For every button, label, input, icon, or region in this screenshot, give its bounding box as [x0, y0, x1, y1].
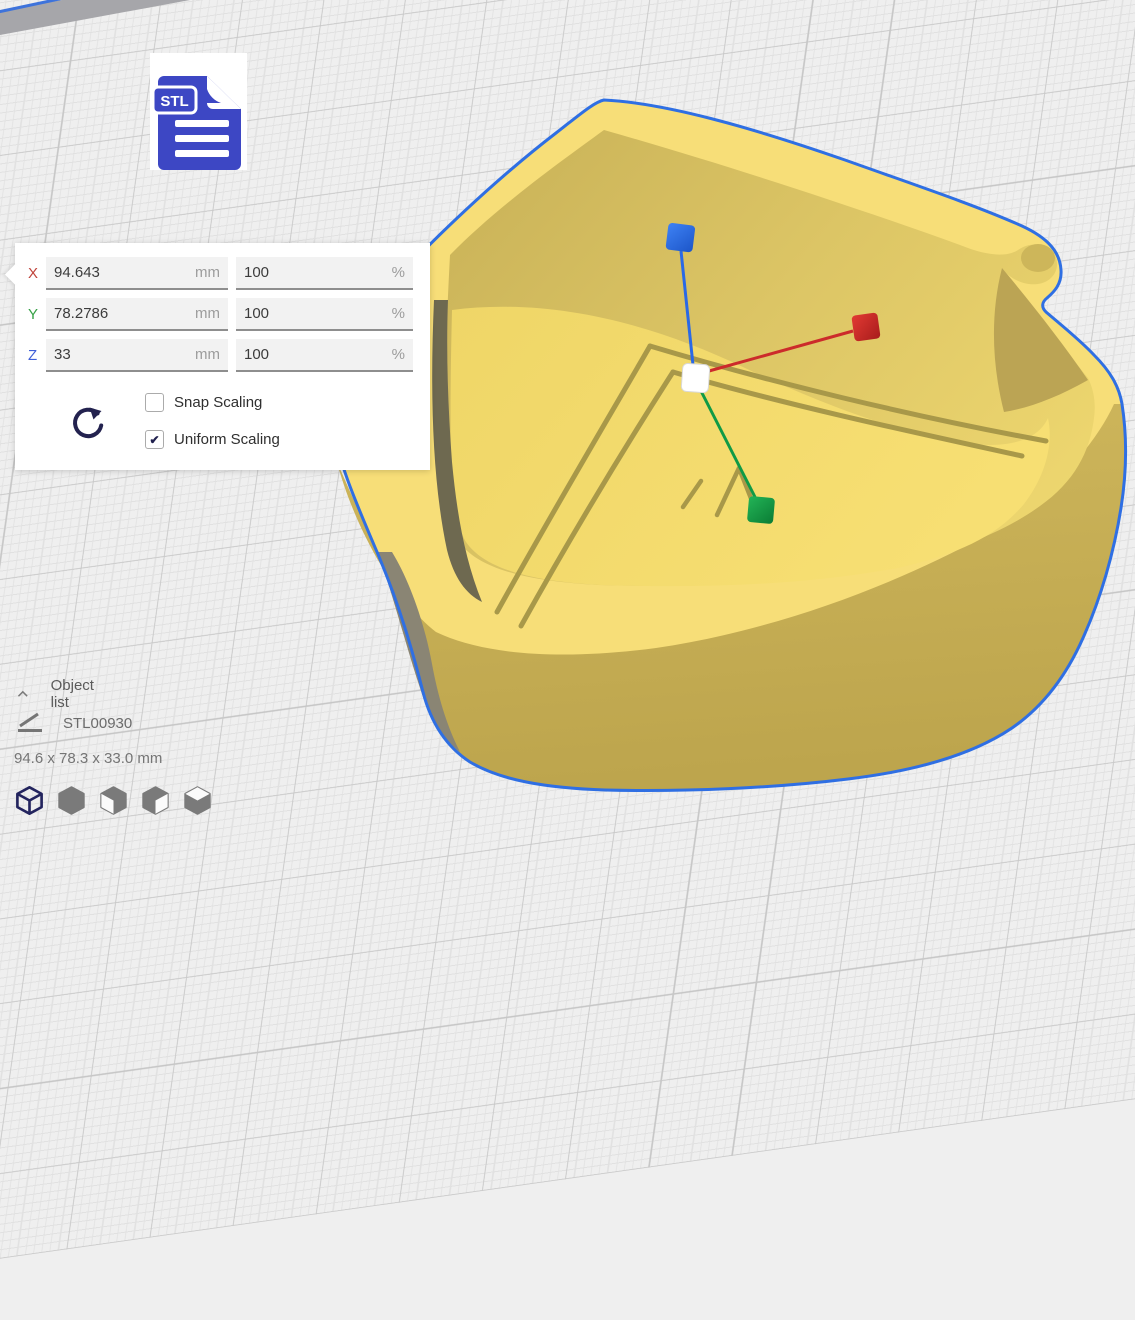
- uniform-scaling-label: Uniform Scaling: [174, 431, 280, 448]
- mm-unit-label: mm: [195, 346, 220, 363]
- object-list-title: Object list: [51, 677, 99, 711]
- percent-unit-label: %: [392, 305, 405, 322]
- scale-row-z: Z mm %: [28, 339, 413, 372]
- model-notch-lobe-shade: [1021, 244, 1055, 272]
- view-top-icon[interactable]: [97, 784, 130, 817]
- view-3d-icon[interactable]: [13, 784, 46, 817]
- scale-y-mm-input[interactable]: [54, 305, 164, 322]
- snap-scaling-label: Snap Scaling: [174, 394, 262, 411]
- model-item-icon: [17, 712, 43, 734]
- mm-unit-label: mm: [195, 305, 220, 322]
- scale-x-percent-field: %: [236, 257, 413, 290]
- object-list-item[interactable]: STL00930: [17, 712, 132, 734]
- scale-handle-x[interactable]: [851, 312, 880, 341]
- axis-z-label: Z: [28, 347, 46, 364]
- reset-icon[interactable]: [65, 401, 111, 447]
- scale-row-y: Y mm %: [28, 298, 413, 331]
- percent-unit-label: %: [392, 264, 405, 281]
- scale-z-mm-input[interactable]: [54, 346, 164, 363]
- scale-z-mm-field: mm: [46, 339, 228, 372]
- scale-z-percent-input[interactable]: [244, 346, 354, 363]
- selected-model-dimensions: 94.6 x 78.3 x 33.0 mm: [14, 750, 162, 767]
- uniform-scaling-checkbox[interactable]: ✔: [145, 430, 164, 449]
- chevron-up-icon: [17, 689, 29, 699]
- object-list-header[interactable]: Object list: [17, 677, 98, 711]
- scale-y-percent-input[interactable]: [244, 305, 354, 322]
- scale-handle-center[interactable]: [681, 363, 710, 393]
- axis-y-label: Y: [28, 306, 46, 323]
- view-right-icon[interactable]: [181, 784, 214, 817]
- scale-x-mm-field: mm: [46, 257, 228, 290]
- scale-y-mm-field: mm: [46, 298, 228, 331]
- view-left-icon[interactable]: [139, 784, 172, 817]
- stl-file-icon: STL: [150, 53, 247, 170]
- checkmark-icon: ✔: [149, 433, 159, 447]
- percent-unit-label: %: [392, 346, 405, 363]
- stl-extension-label: STL: [160, 93, 188, 110]
- scale-z-percent-field: %: [236, 339, 413, 372]
- snap-scaling-checkbox[interactable]: [145, 393, 164, 412]
- object-name: STL00930: [63, 715, 132, 732]
- build-plate-edge: [0, 0, 190, 35]
- scale-handle-y[interactable]: [747, 496, 775, 524]
- mm-unit-label: mm: [195, 264, 220, 281]
- scale-handle-z[interactable]: [665, 223, 695, 253]
- scale-tool-panel: X mm % Y mm % Z mm %: [15, 243, 430, 470]
- slicer-app: { "viewport": { "description": "3D build…: [0, 0, 1135, 832]
- scale-x-mm-input[interactable]: [54, 264, 164, 281]
- scale-y-percent-field: %: [236, 298, 413, 331]
- view-front-icon[interactable]: [55, 784, 88, 817]
- camera-view-toolbar: [13, 784, 223, 817]
- axis-x-label: X: [28, 265, 46, 282]
- scale-x-percent-input[interactable]: [244, 264, 354, 281]
- scale-row-x: X mm %: [28, 257, 413, 290]
